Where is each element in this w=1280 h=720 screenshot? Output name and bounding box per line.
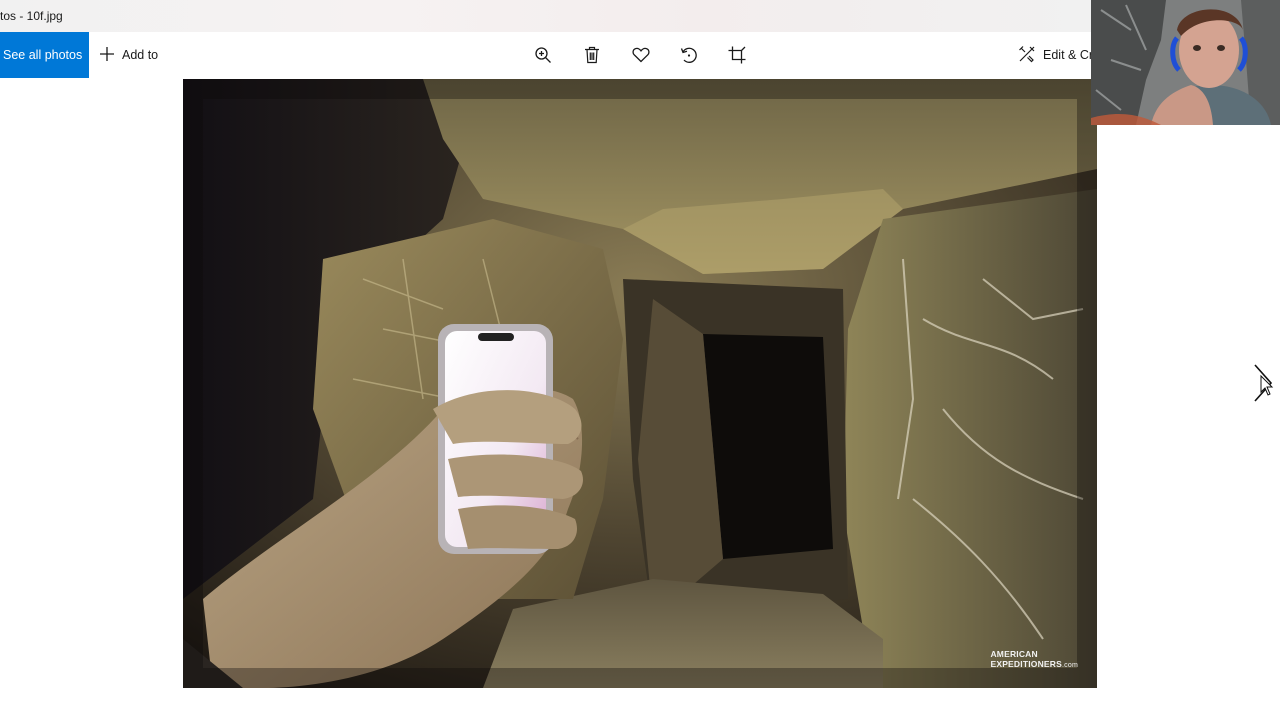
watermark-line1: AMERICAN [990,649,1038,659]
next-photo-arrow-icon[interactable] [1250,362,1276,406]
photos-app-window: tos - 10f.jpg See all photos Add to Edit… [0,0,1280,720]
see-all-photos-button[interactable]: See all photos [0,32,89,78]
photo-watermark: AMERICAN EXPEDITIONERS.com [990,649,1078,671]
photo-image[interactable]: AMERICAN EXPEDITIONERS.com [183,79,1097,688]
toolbar: See all photos Add to Edit & Cr [0,32,1280,78]
edit-create-icon [1018,45,1036,66]
edit-create-label: Edit & Cr [1043,48,1094,62]
add-to-button[interactable]: Add to [99,32,158,78]
favorite-icon[interactable] [631,45,651,65]
delete-icon[interactable] [582,45,602,65]
crop-icon[interactable] [727,45,747,65]
rotate-icon[interactable] [679,45,699,65]
window-title: tos - 10f.jpg [0,9,63,23]
cave-photo [183,79,1097,688]
plus-icon [99,46,115,65]
webcam-person-image [1091,0,1280,125]
webcam-overlay [1091,0,1280,125]
watermark-line2: EXPEDITIONERS [990,659,1063,669]
edit-create-button[interactable]: Edit & Cr [1018,32,1093,78]
zoom-icon[interactable] [533,45,553,65]
watermark-suffix: .com [1062,662,1078,669]
add-to-label: Add to [122,48,159,62]
title-bar: tos - 10f.jpg [0,0,1280,32]
